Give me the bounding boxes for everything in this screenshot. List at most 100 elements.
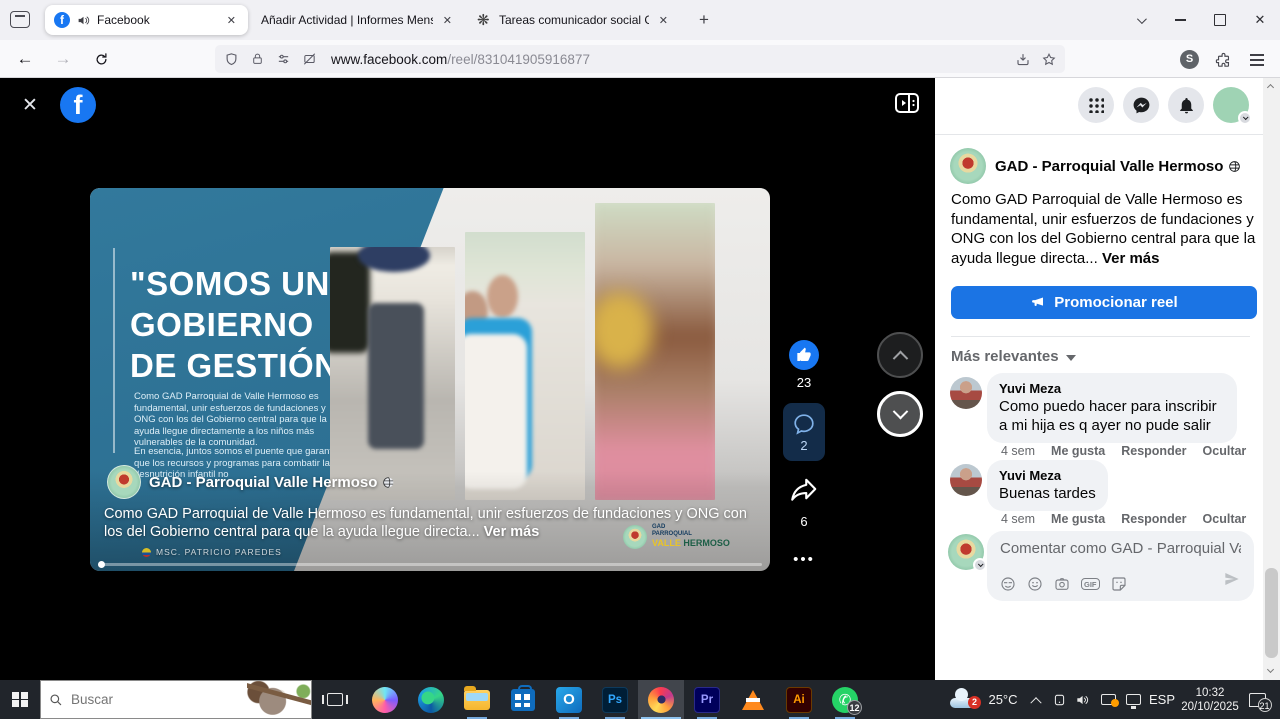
commenter-avatar[interactable] (950, 377, 982, 409)
see-more-link[interactable]: Ver más (1102, 250, 1160, 267)
weather-button[interactable]: 2 (946, 680, 980, 719)
camera-icon[interactable] (1054, 576, 1070, 592)
display-tray-icon[interactable] (1096, 680, 1120, 719)
tab-close-icon[interactable]: ✕ (656, 12, 671, 29)
promote-reel-button[interactable]: Promocionar reel (951, 286, 1257, 319)
video-progress-bar[interactable] (98, 563, 762, 566)
search-input[interactable] (71, 692, 221, 707)
action-center-button[interactable]: 21 (1242, 680, 1272, 719)
apps-menu-button[interactable] (1078, 87, 1114, 123)
send-comment-button[interactable] (1223, 571, 1241, 592)
menu-hamburger-icon[interactable] (1246, 49, 1268, 71)
new-tab-button[interactable]: + (692, 9, 716, 33)
smiley-emoji-icon[interactable] (1027, 576, 1043, 592)
comment-like-button[interactable]: Me gusta (1051, 512, 1105, 526)
tab-informes[interactable]: Añadir Actividad | Informes Mensua ✕ (252, 5, 464, 35)
scroll-down-icon[interactable] (1267, 666, 1274, 673)
reload-button[interactable] (86, 44, 116, 74)
extensions-puzzle-icon[interactable] (1212, 49, 1234, 71)
messenger-button[interactable] (1123, 87, 1159, 123)
permissions-sliders-icon[interactable] (275, 51, 292, 68)
like-button[interactable] (789, 340, 819, 370)
vlc-button[interactable] (730, 680, 776, 719)
save-to-pocket-icon[interactable] (1014, 51, 1031, 68)
shield-icon[interactable] (223, 51, 240, 68)
scroll-up-icon[interactable] (1267, 84, 1274, 91)
comment-reply-button[interactable]: Responder (1121, 512, 1186, 526)
illustrator-button[interactable]: Ai (776, 680, 822, 719)
close-window-button[interactable]: ✕ (1240, 0, 1280, 40)
reel-page-row[interactable]: GAD - Parroquial Valle Hermoso (107, 465, 395, 499)
clock[interactable]: 10:3220/10/2025 (1180, 680, 1240, 719)
comment-time[interactable]: 4 sem (1001, 512, 1035, 526)
premiere-button[interactable]: Pr (684, 680, 730, 719)
tab-close-icon[interactable]: ✕ (440, 12, 455, 29)
comment-input[interactable] (1000, 540, 1241, 557)
copilot-button[interactable] (362, 680, 408, 719)
photoshop-button[interactable]: Ps (592, 680, 638, 719)
search-highlight-image[interactable] (247, 681, 311, 718)
forward-button[interactable]: → (48, 44, 78, 74)
tab-list-chevron-icon[interactable] (1120, 0, 1160, 40)
whatsapp-button[interactable]: ✆12 (822, 680, 868, 719)
extension-s-icon[interactable]: S (1180, 50, 1199, 69)
comment-hide-button[interactable]: Ocultar (1203, 512, 1247, 526)
comment-like-button[interactable]: Me gusta (1051, 444, 1105, 458)
edge-button[interactable] (408, 680, 454, 719)
microsoft-store-button[interactable] (500, 680, 546, 719)
page-name-link[interactable]: GAD - Parroquial Valle Hermoso (995, 158, 1241, 175)
bookmark-star-icon[interactable] (1040, 51, 1057, 68)
file-explorer-button[interactable] (454, 680, 500, 719)
progress-knob[interactable] (98, 561, 105, 568)
keyboard-language[interactable]: ESP (1146, 680, 1178, 719)
comment-hide-button[interactable]: Ocultar (1203, 444, 1247, 458)
more-options-icon[interactable]: ••• (793, 551, 815, 568)
back-button[interactable]: ← (10, 44, 40, 74)
page-avatar[interactable] (950, 148, 986, 184)
tab-audio-icon[interactable] (77, 14, 90, 27)
tab-facebook[interactable]: f Facebook ✕ (45, 5, 248, 35)
temperature-label[interactable]: 25°C (982, 680, 1024, 719)
composer-avatar[interactable] (948, 534, 984, 570)
autoplay-blocked-icon[interactable] (301, 51, 318, 68)
see-more-link[interactable]: Ver más (484, 524, 540, 540)
comment-reply-button[interactable]: Responder (1121, 444, 1186, 458)
comments-button[interactable]: 2 (783, 403, 825, 461)
facebook-logo[interactable]: f (60, 87, 96, 123)
outlook-button[interactable]: O (546, 680, 592, 719)
comment-author[interactable]: Yuvi Meza (999, 467, 1096, 484)
close-reel-icon[interactable]: ✕ (22, 94, 38, 117)
start-button[interactable] (0, 680, 40, 719)
tray-overflow-chevron[interactable] (1026, 680, 1046, 719)
lock-icon[interactable] (249, 51, 266, 68)
sidebar-scrollbar[interactable] (1263, 78, 1280, 680)
tab-close-icon[interactable]: ✕ (224, 12, 239, 29)
minimize-button[interactable] (1160, 0, 1200, 40)
page-avatar[interactable] (107, 465, 141, 499)
phone-link-tray-icon[interactable] (1048, 680, 1070, 719)
next-reel-button[interactable] (877, 391, 923, 437)
sidebar-page-row[interactable]: GAD - Parroquial Valle Hermoso (950, 148, 1241, 184)
comments-sort-button[interactable]: Más relevantes (951, 348, 1076, 365)
comment-composer[interactable]: GIF (987, 531, 1254, 601)
firefox-view-icon[interactable] (10, 11, 30, 28)
sticker-icon[interactable] (1111, 576, 1127, 592)
volume-tray-icon[interactable] (1070, 680, 1094, 719)
gif-icon[interactable]: GIF (1081, 578, 1100, 590)
address-bar[interactable]: www.facebook.com/reel/831041905916877 (215, 45, 1065, 73)
comment-time[interactable]: 4 sem (1001, 444, 1035, 458)
commenter-avatar[interactable] (950, 464, 982, 496)
notifications-button[interactable] (1168, 87, 1204, 123)
sidebar-toggle-icon[interactable] (894, 91, 920, 120)
comment-author[interactable]: Yuvi Meza (999, 380, 1225, 397)
avatar-emoji-icon[interactable] (1000, 576, 1016, 592)
scrollbar-thumb[interactable] (1265, 568, 1278, 658)
reel-video[interactable]: "SOMOS UN GOBIERNO DE GESTIÓN" Como GAD … (90, 188, 770, 571)
task-view-button[interactable] (312, 680, 358, 719)
network-tray-icon[interactable] (1122, 680, 1144, 719)
share-button[interactable] (788, 474, 820, 509)
profile-avatar[interactable] (1213, 87, 1249, 123)
firefox-button[interactable] (638, 680, 684, 719)
maximize-button[interactable] (1200, 0, 1240, 40)
tab-tareas[interactable]: ❋ Tareas comunicador social GAD ✕ (468, 5, 680, 35)
